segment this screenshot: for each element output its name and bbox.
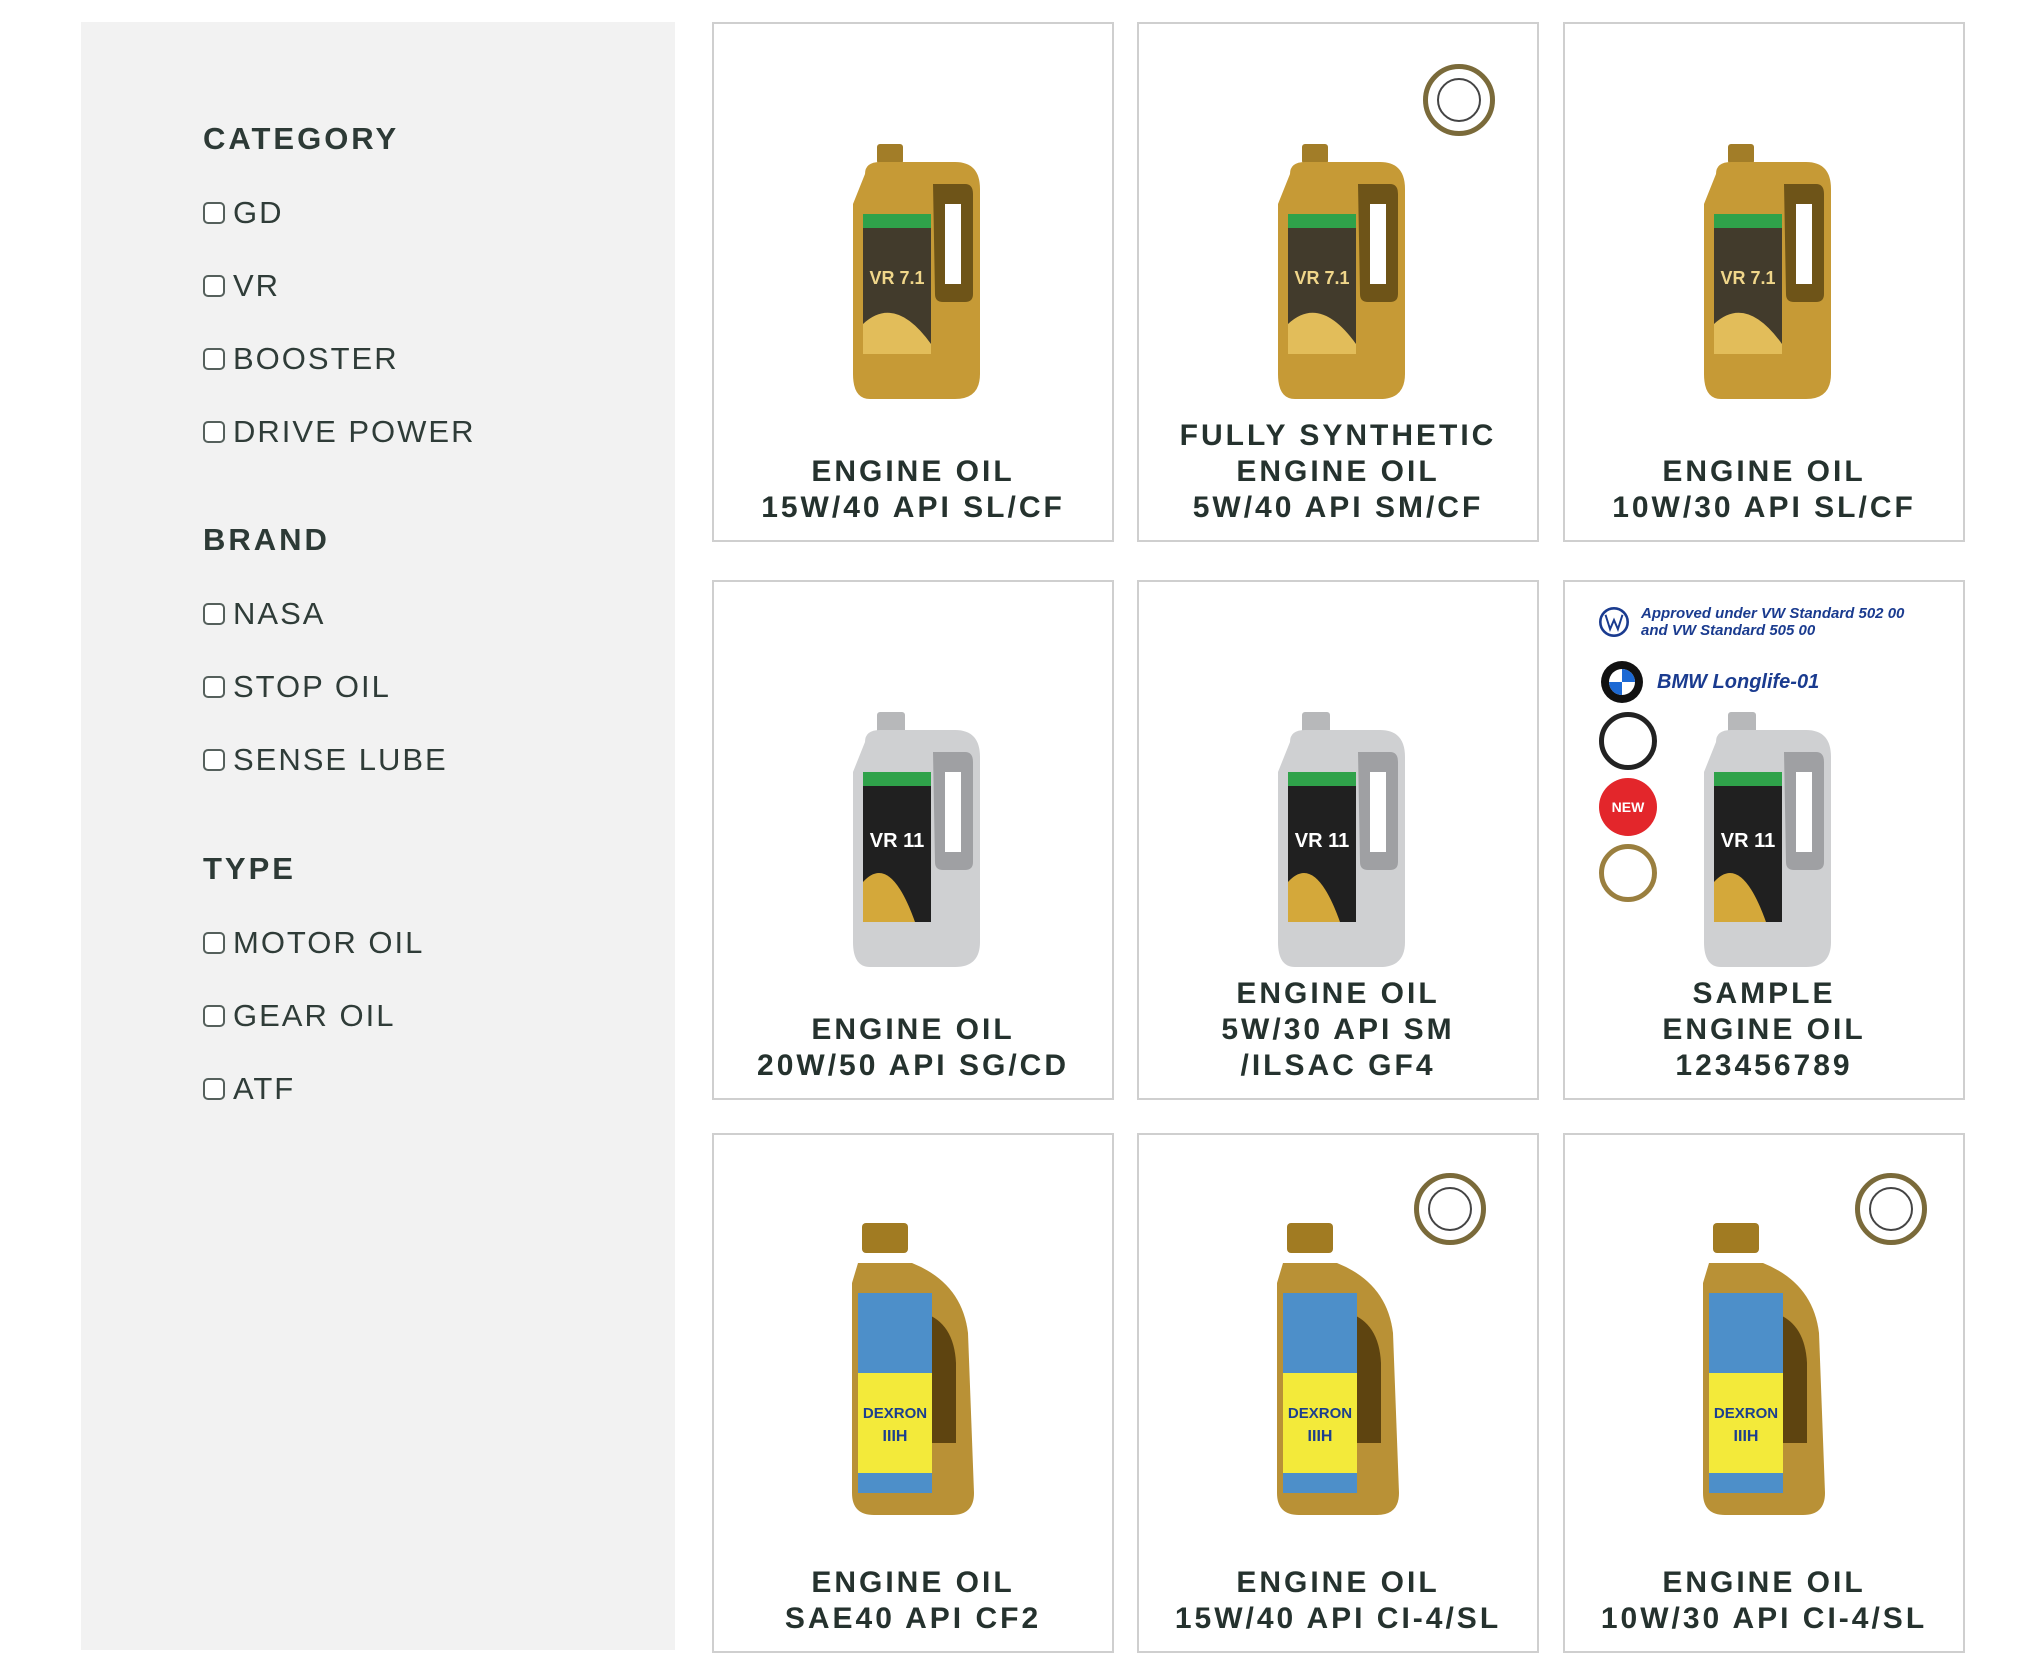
bmw-logo-icon [1601, 661, 1643, 703]
product-card[interactable]: VR 7.1 ENGINE OIL 10W/30 API SL/CF [1563, 22, 1965, 542]
category-option-label: VR [233, 268, 281, 303]
category-option-label: DRIVE POWER [233, 414, 476, 449]
brand-option-label: SENSE LUBE [233, 742, 448, 777]
svg-text:DEXRON: DEXRON [863, 1405, 927, 1422]
category-options: GD VR BOOSTER DRIVE POWER [203, 176, 475, 468]
svg-text:VR 11: VR 11 [1721, 830, 1775, 852]
brand-option-label: NASA [233, 596, 326, 631]
gold-oil-jug-image: VR 7.1 [1278, 144, 1405, 399]
product-title: ENGINE OIL SAE40 API CF2 [784, 1566, 1042, 1635]
category-filter: CATEGORY GD VR BOOSTER DRIVE POWER [203, 114, 475, 468]
product-title: ENGINE OIL 15W/40 API CI-4/SL [1174, 1566, 1502, 1635]
type-filter: TYPE MOTOR OIL GEAR OIL ATF [203, 844, 424, 1125]
category-option-vr[interactable]: VR [203, 249, 475, 322]
product-title: FULLY SYNTHETIC ENGINE OIL 5W/40 API SM/… [1179, 419, 1497, 524]
brand-heading: BRAND [203, 522, 330, 557]
checkbox[interactable] [203, 602, 225, 625]
quality-seal-icon [1855, 1173, 1927, 1245]
silver-oil-jug-image: VR 11 [1704, 712, 1831, 967]
category-option-gd[interactable]: GD [203, 176, 475, 249]
brand-option-nasa[interactable]: NASA [203, 577, 448, 650]
gold-oil-bottle-image: DEXRON IIIH [1277, 1223, 1399, 1515]
vw-logo-icon [1599, 607, 1629, 637]
type-option-label: ATF [233, 1071, 296, 1106]
checkbox[interactable] [203, 931, 225, 954]
badge-column: NEW [1599, 712, 1659, 910]
checkbox[interactable] [203, 274, 225, 297]
category-option-booster[interactable]: BOOSTER [203, 322, 475, 395]
brand-options: NASA STOP OIL SENSE LUBE [203, 577, 448, 796]
quality-seal-icon [1599, 844, 1657, 902]
product-card[interactable]: VR 7.1 FULLY SYNTHETIC ENGINE OIL 5W/40 … [1137, 22, 1539, 542]
checkbox[interactable] [203, 347, 225, 370]
category-option-drive-power[interactable]: DRIVE POWER [203, 395, 475, 468]
svg-text:IIIH: IIIH [1734, 1428, 1759, 1445]
approvals-panel: Approved under VW Standard 502 00 and VW… [1599, 592, 1929, 712]
bmw-approval-text: BMW Longlife-01 [1657, 670, 1820, 693]
product-card[interactable]: DEXRON IIIH ENGINE OIL SAE40 API CF2 [712, 1133, 1114, 1653]
quality-seal-icon [1414, 1173, 1486, 1245]
product-title: ENGINE OIL 10W/30 API CI-4/SL [1600, 1566, 1928, 1635]
brand-option-label: STOP OIL [233, 669, 391, 704]
product-title: ENGINE OIL 10W/30 API SL/CF [1612, 455, 1916, 524]
type-option-gear-oil[interactable]: GEAR OIL [203, 979, 424, 1052]
product-title: ENGINE OIL 15W/40 API SL/CF [761, 455, 1065, 524]
svg-text:IIIH: IIIH [883, 1428, 908, 1445]
svg-text:DEXRON: DEXRON [1714, 1405, 1778, 1422]
silver-oil-jug-image: VR 11 [853, 712, 980, 967]
svg-text:VR 7.1: VR 7.1 [869, 268, 924, 288]
checkbox[interactable] [203, 748, 225, 771]
product-title: SAMPLE ENGINE OIL 123456789 [1662, 977, 1866, 1082]
product-card[interactable]: VR 7.1 ENGINE OIL 15W/40 API SL/CF [712, 22, 1114, 542]
svg-text:VR 11: VR 11 [870, 830, 924, 852]
gold-oil-bottle-image: DEXRON IIIH [1703, 1223, 1825, 1515]
type-option-motor-oil[interactable]: MOTOR OIL [203, 906, 424, 979]
brand-option-sense-lube[interactable]: SENSE LUBE [203, 723, 448, 796]
category-option-label: GD [233, 195, 284, 230]
quality-seal-icon [1423, 64, 1495, 136]
checkbox[interactable] [203, 201, 225, 224]
svg-text:IIIH: IIIH [1308, 1428, 1333, 1445]
svg-text:VR 7.1: VR 7.1 [1294, 268, 1349, 288]
svg-text:VR 7.1: VR 7.1 [1720, 268, 1775, 288]
type-heading: TYPE [203, 851, 296, 886]
product-card[interactable]: DEXRON IIIH ENGINE OIL 15W/40 API CI-4/S… [1137, 1133, 1539, 1653]
type-option-atf[interactable]: ATF [203, 1052, 424, 1125]
product-card[interactable]: VR 11 ENGINE OIL 5W/30 API SM /ILSAC GF4 [1137, 580, 1539, 1100]
svg-text:DEXRON: DEXRON [1288, 1405, 1352, 1422]
product-card[interactable]: VR 11 ENGINE OIL 20W/50 API SG/CD [712, 580, 1114, 1100]
product-title: ENGINE OIL 5W/30 API SM /ILSAC GF4 [1221, 977, 1455, 1082]
type-option-label: GEAR OIL [233, 998, 396, 1033]
gold-oil-jug-image: VR 7.1 [1704, 144, 1831, 399]
checkbox[interactable] [203, 1077, 225, 1100]
type-options: MOTOR OIL GEAR OIL ATF [203, 906, 424, 1125]
product-title: ENGINE OIL 20W/50 API SG/CD [757, 1013, 1069, 1082]
brand-filter: BRAND NASA STOP OIL SENSE LUBE [203, 515, 448, 796]
filter-sidebar: CATEGORY GD VR BOOSTER DRIVE POWER BRAND… [81, 22, 675, 1650]
checkbox[interactable] [203, 1004, 225, 1027]
product-card[interactable]: DEXRON IIIH ENGINE OIL 10W/30 API CI-4/S… [1563, 1133, 1965, 1653]
gold-oil-jug-image: VR 7.1 [853, 144, 980, 399]
svg-text:VR 11: VR 11 [1295, 830, 1349, 852]
silver-oil-jug-image: VR 11 [1278, 712, 1405, 967]
new-badge: NEW [1599, 778, 1657, 836]
category-option-label: BOOSTER [233, 341, 399, 376]
gasoline-seal-icon [1599, 712, 1657, 770]
gold-oil-bottle-image: DEXRON IIIH [852, 1223, 974, 1515]
vw-approval-text: Approved under VW Standard 502 00 and VW… [1640, 605, 1905, 639]
category-heading: CATEGORY [203, 121, 400, 156]
type-option-label: MOTOR OIL [233, 925, 425, 960]
product-card[interactable]: Approved under VW Standard 502 00 and VW… [1563, 580, 1965, 1100]
checkbox[interactable] [203, 675, 225, 698]
brand-option-stop-oil[interactable]: STOP OIL [203, 650, 448, 723]
checkbox[interactable] [203, 420, 225, 443]
